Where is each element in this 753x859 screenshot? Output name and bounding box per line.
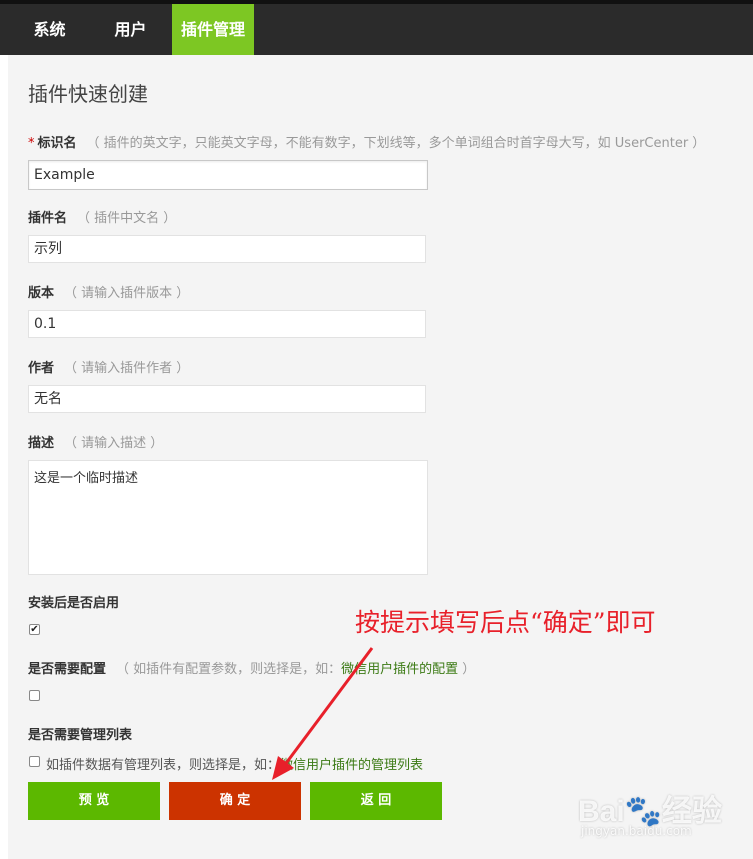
annotation-arrow-icon	[272, 647, 374, 780]
baidu-watermark-url: jingyan.baidu.com	[581, 824, 692, 838]
